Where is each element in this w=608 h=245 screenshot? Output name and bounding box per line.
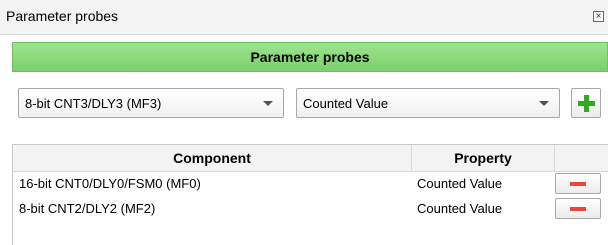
minus-icon: [570, 207, 586, 211]
component-select[interactable]: 8-bit CNT3/DLY3 (MF3): [18, 88, 284, 118]
plus-icon: [578, 101, 595, 106]
property-select-value: Counted Value: [303, 96, 389, 111]
table-row[interactable]: 8-bit CNT2/DLY2 (MF2) Counted Value: [13, 197, 608, 220]
row-component: 8-bit CNT2/DLY2 (MF2): [19, 201, 156, 216]
property-select[interactable]: Counted Value: [296, 88, 560, 118]
parameter-probes-panel: Parameter probes × Parameter probes 8-bi…: [0, 0, 608, 245]
row-property: Counted Value: [417, 176, 503, 191]
remove-probe-button[interactable]: [555, 173, 601, 194]
chevron-down-icon: [539, 101, 549, 106]
close-icon[interactable]: ×: [593, 11, 604, 22]
row-property: Counted Value: [417, 201, 503, 216]
chevron-down-icon: [263, 101, 273, 106]
window-title: Parameter probes: [6, 8, 119, 24]
row-component: 16-bit CNT0/DLY0/FSM0 (MF0): [19, 176, 201, 191]
minus-icon: [570, 182, 586, 186]
probes-table: Component Property 16-bit CNT0/DLY0/FSM0…: [12, 144, 608, 245]
table-row[interactable]: 16-bit CNT0/DLY0/FSM0 (MF0) Counted Valu…: [13, 172, 608, 195]
column-header-property[interactable]: Property: [412, 145, 555, 171]
component-select-value: 8-bit CNT3/DLY3 (MF3): [25, 96, 162, 111]
column-header-actions: [555, 145, 608, 171]
section-header: Parameter probes: [12, 42, 608, 72]
add-probe-button[interactable]: [571, 88, 601, 118]
table-header: Component Property: [13, 145, 608, 172]
remove-probe-button[interactable]: [555, 198, 601, 219]
title-bar: Parameter probes ×: [0, 0, 608, 35]
column-header-component[interactable]: Component: [13, 145, 412, 171]
